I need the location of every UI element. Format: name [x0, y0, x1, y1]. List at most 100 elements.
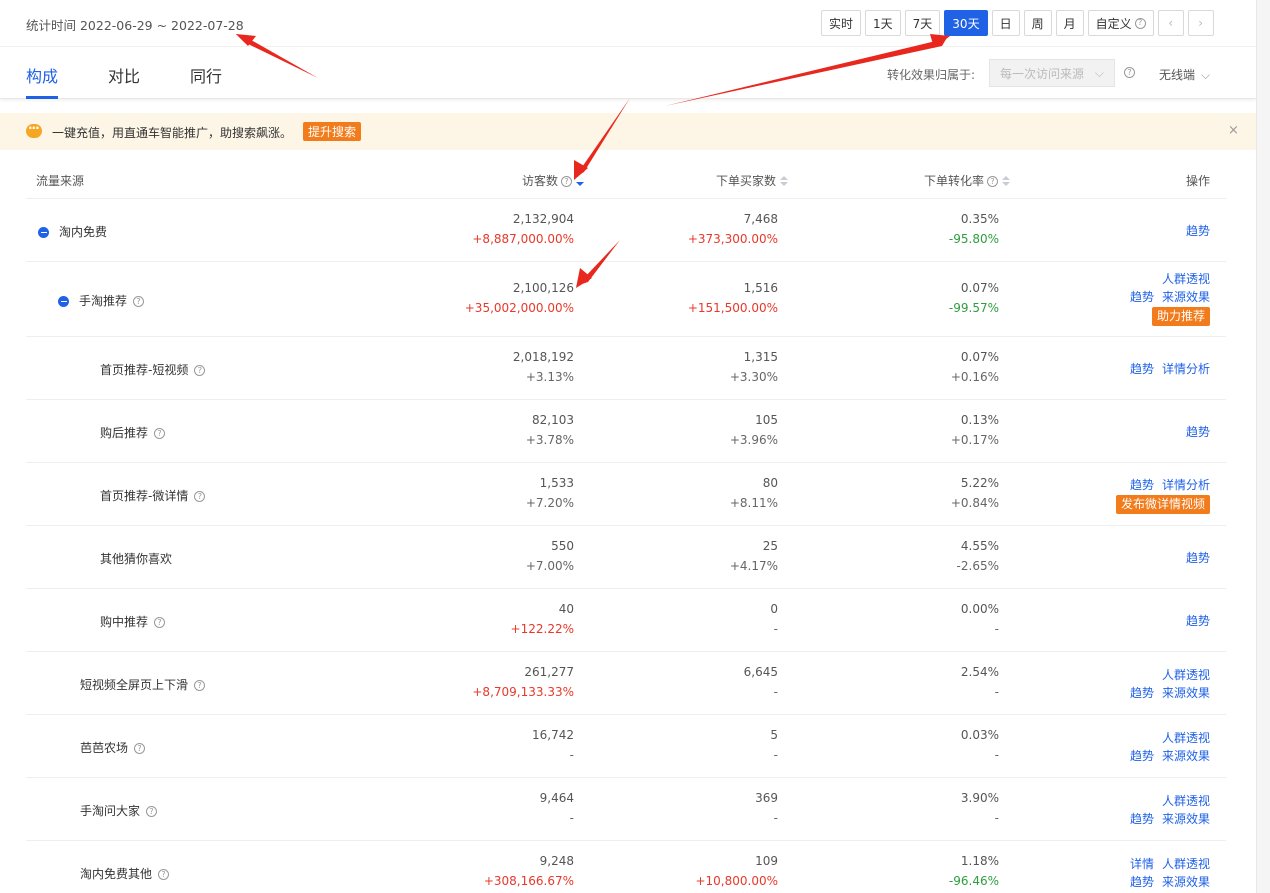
help-icon: ? — [154, 617, 166, 628]
buyers-change: +3.96% — [729, 433, 778, 447]
next-period-button[interactable]: › — [1187, 10, 1214, 36]
help-icon: ? — [134, 743, 146, 754]
tab-compare[interactable]: 对比 — [108, 63, 140, 87]
range-day-button[interactable]: 日 — [991, 10, 1020, 36]
conversion-change: -96.46% — [948, 874, 999, 888]
action-link[interactable]: 来源效果 — [1162, 686, 1210, 700]
source-label: 芭芭农场 — [80, 741, 129, 755]
action-link[interactable]: 趋势 — [1186, 224, 1210, 238]
action-link[interactable]: 趋势 — [1186, 614, 1210, 628]
source-name[interactable]: 手淘推荐? — [58, 292, 145, 309]
conversion-change: +0.17% — [950, 433, 999, 447]
action-link[interactable]: 来源效果 — [1162, 875, 1210, 889]
header-buyers[interactable]: 下单买家数 — [716, 172, 789, 189]
sort-icon[interactable] — [1002, 175, 1011, 188]
range-custom-button[interactable]: 自定义? — [1087, 10, 1154, 36]
conversion-change: +0.16% — [950, 370, 999, 384]
source-label: 淘内免费 — [59, 225, 108, 239]
action-link[interactable]: 趋势 — [1130, 290, 1154, 304]
source-name: 首页推荐-短视频? — [100, 361, 206, 378]
help-icon: ? — [987, 176, 999, 187]
action-link[interactable]: 详情分析 — [1162, 478, 1210, 492]
scrollbar[interactable] — [1256, 0, 1270, 893]
action-link[interactable]: 详情 — [1130, 857, 1154, 871]
action-link[interactable]: 人群透视 — [1162, 857, 1210, 871]
attribution-select[interactable]: 每一次访问来源 ⌵ — [989, 59, 1115, 87]
row-actions: 趋势 — [1178, 549, 1210, 567]
source-name: 淘内免费其他? — [80, 865, 170, 882]
buyers-value: 6,645 — [743, 665, 778, 679]
boost-search-button[interactable]: 提升搜索 — [303, 122, 362, 141]
visitors-value: 9,464 — [539, 791, 574, 805]
collapse-icon[interactable] — [38, 227, 49, 238]
prev-period-button[interactable]: ‹ — [1157, 10, 1184, 36]
action-link[interactable]: 趋势 — [1130, 478, 1154, 492]
range-week-button[interactable]: 周 — [1023, 10, 1052, 36]
range-realtime-button[interactable]: 实时 — [821, 10, 862, 36]
help-icon[interactable]: ? — [1124, 67, 1135, 78]
visitors-change: +122.22% — [510, 622, 574, 636]
header-visitors[interactable]: 访客数? — [522, 172, 585, 189]
action-link[interactable]: 详情分析 — [1162, 362, 1210, 376]
visitors-cell: 261,277 +8,709,133.33% — [472, 665, 574, 699]
conversion-change: -2.65% — [956, 559, 999, 573]
buyers-cell: 1,516 +151,500.00% — [688, 281, 778, 315]
action-link[interactable]: 趋势 — [1130, 812, 1154, 826]
source-label: 短视频全屏页上下滑 — [80, 678, 189, 692]
chat-bubble-icon — [26, 121, 42, 138]
action-link[interactable]: 来源效果 — [1162, 749, 1210, 763]
range-30day-button[interactable]: 30天 — [944, 10, 988, 36]
buyers-cell: 25 +4.17% — [730, 539, 778, 573]
header-conversion[interactable]: 下单转化率? — [924, 172, 1011, 189]
action-link[interactable]: 趋势 — [1130, 362, 1154, 376]
action-link[interactable]: 趋势 — [1186, 551, 1210, 565]
source-name: 短视频全屏页上下滑? — [80, 676, 206, 693]
conversion-cell: 0.13% +0.17% — [951, 413, 999, 447]
action-link[interactable]: 来源效果 — [1162, 290, 1210, 304]
action-line: 人群透视 — [1122, 792, 1210, 810]
row-actions: 人群透视 趋势 来源效果助力推荐 — [1122, 270, 1210, 326]
source-label: 购后推荐 — [100, 426, 149, 440]
source-label: 手淘问大家 — [80, 804, 141, 818]
source-name: 购后推荐? — [100, 424, 166, 441]
action-link[interactable]: 人群透视 — [1162, 794, 1210, 808]
table-header: 流量来源 访客数? 下单买家数 下单转化率? 操作 — [26, 160, 1226, 199]
promo-action-button[interactable]: 发布微详情视频 — [1115, 495, 1210, 514]
sort-icon[interactable] — [780, 175, 789, 188]
table-row: 购后推荐? 82,103 +3.78% 105 +3.96% 0.13% +0.17% 趋势 — [26, 400, 1226, 463]
row-actions: 趋势 详情分析发布微详情视频 — [1115, 476, 1210, 514]
row-actions: 人群透视 趋势 来源效果 — [1122, 666, 1210, 702]
range-buttons: 实时 1天 7天 30天 日 周 月 自定义? ‹ › — [821, 10, 1214, 36]
device-select[interactable]: 无线端 ⌵ — [1159, 66, 1210, 83]
promo-action-button[interactable]: 助力推荐 — [1151, 307, 1210, 326]
buyers-change: +4.17% — [729, 559, 778, 573]
promo-banner: 一键充值，用直通车智能推广，助搜索飙涨。 提升搜索 × — [0, 113, 1256, 150]
action-link[interactable]: 人群透视 — [1162, 731, 1210, 745]
buyers-cell: 1,315 +3.30% — [730, 350, 778, 384]
action-line: 趋势 来源效果 — [1122, 684, 1210, 702]
source-name[interactable]: 淘内免费 — [38, 223, 107, 240]
action-link[interactable]: 人群透视 — [1162, 668, 1210, 682]
buyers-value: 1,315 — [743, 350, 778, 364]
range-month-button[interactable]: 月 — [1055, 10, 1084, 36]
buyers-value: 369 — [755, 791, 778, 805]
buyers-value: 109 — [755, 854, 778, 868]
action-link[interactable]: 趋势 — [1186, 425, 1210, 439]
sort-desc-icon[interactable] — [576, 176, 585, 188]
action-link[interactable]: 趋势 — [1130, 749, 1154, 763]
stat-time: 统计时间 2022-06-29 ~ 2022-07-28 — [26, 18, 244, 33]
visitors-change: +308,166.67% — [483, 874, 574, 888]
action-link[interactable]: 趋势 — [1130, 875, 1154, 889]
action-link[interactable]: 人群透视 — [1162, 272, 1210, 286]
action-link[interactable]: 来源效果 — [1162, 812, 1210, 826]
tabs-row: 构成 对比 同行 转化效果归属于: 每一次访问来源 ⌵ ? 无线端 ⌵ — [0, 47, 1256, 99]
table-row: 淘内免费其他? 9,248 +308,166.67% 109 +10,800.00% 1.… — [26, 841, 1226, 893]
conversion-value: 0.35% — [960, 212, 999, 226]
range-7day-button[interactable]: 7天 — [904, 10, 941, 36]
collapse-icon[interactable] — [58, 296, 69, 307]
close-icon[interactable]: × — [1228, 123, 1239, 138]
range-1day-button[interactable]: 1天 — [865, 10, 901, 36]
action-link[interactable]: 趋势 — [1130, 686, 1154, 700]
tab-composition[interactable]: 构成 — [26, 63, 58, 87]
tab-peers[interactable]: 同行 — [190, 63, 222, 87]
